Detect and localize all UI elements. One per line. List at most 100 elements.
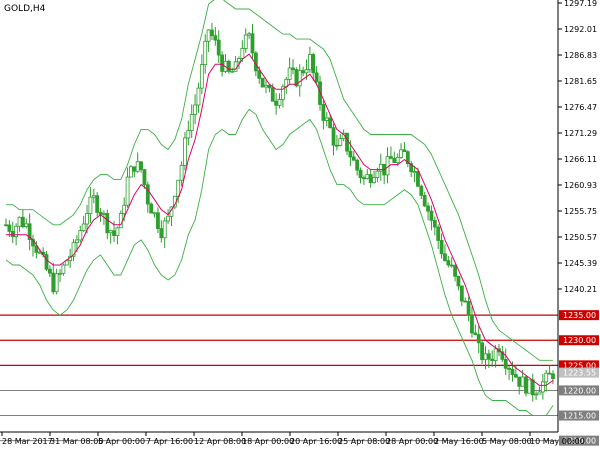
candle-body <box>233 61 238 72</box>
candle-body <box>544 372 549 383</box>
level-price-tag-label: 1215.00 <box>563 412 596 421</box>
x-tick-label: 31 Mar 08:00 <box>50 437 103 446</box>
candle-body <box>20 216 25 227</box>
candle-body <box>179 165 184 181</box>
candle-body <box>422 194 427 207</box>
candle-body <box>419 185 424 196</box>
candle-body <box>277 98 282 106</box>
candle-body <box>230 70 235 73</box>
candle-body <box>156 212 160 229</box>
x-tick-label: 25 Apr 08:00 <box>338 437 390 446</box>
candle-body <box>142 169 147 186</box>
level-price-tag-label: 1235.00 <box>563 311 596 320</box>
candle <box>524 374 528 397</box>
candle-body <box>507 367 512 370</box>
candle-body <box>10 231 15 237</box>
candle <box>527 379 532 394</box>
candle-body <box>287 67 292 80</box>
candle-body <box>304 69 309 74</box>
candle-body <box>260 77 265 88</box>
candle-body <box>95 195 100 213</box>
candle-body <box>375 170 380 178</box>
y-tick-label: 1250.57 <box>564 233 597 242</box>
candle-body <box>183 137 187 166</box>
y-tick-label: 1240.21 <box>564 285 597 294</box>
x-tick-label: 2 May 16:00 <box>434 437 484 446</box>
candle-body <box>540 381 545 393</box>
candle-body <box>490 358 495 362</box>
y-tick-label: 1281.65 <box>564 77 597 86</box>
x-tick-label: 7 Apr 16:00 <box>146 437 193 446</box>
candle-body <box>139 161 143 171</box>
candle-body <box>61 264 66 274</box>
candle <box>95 192 100 217</box>
candle-body <box>152 212 157 215</box>
candle-body <box>270 87 275 102</box>
candle-body <box>473 332 478 335</box>
candle-body <box>88 196 93 214</box>
candle-body <box>392 158 397 164</box>
candle-body <box>470 314 474 334</box>
candle-body <box>24 223 29 227</box>
candle-body <box>480 342 484 361</box>
candle-body <box>243 34 248 49</box>
candle-body <box>355 159 360 171</box>
candle-body <box>412 171 417 173</box>
candle-body <box>4 224 8 227</box>
x-tick-label: 12 Apr 08:00 <box>194 437 246 446</box>
candle-body <box>524 376 528 394</box>
candle-body <box>17 216 22 227</box>
candle-body <box>486 353 491 360</box>
candle-body <box>186 130 191 139</box>
candle-body <box>426 205 430 212</box>
candle-body <box>132 166 137 172</box>
candle-body <box>351 156 356 161</box>
candle <box>149 202 154 214</box>
candle-body <box>439 240 444 255</box>
candle-body <box>510 368 515 375</box>
candle-body <box>267 85 272 89</box>
candle-body <box>51 272 56 293</box>
candle-body <box>44 254 49 270</box>
candle-body <box>125 176 130 206</box>
candle-body <box>196 87 201 106</box>
x-tick-label: 10 May 00:00 <box>530 437 585 446</box>
candle-body <box>547 372 552 375</box>
candlestick-chart[interactable]: 1297.19 1292.01 1286.83 1281.65 1276.47 1271.… <box>0 0 600 450</box>
candle-body <box>324 117 329 121</box>
candle-body <box>432 220 437 228</box>
candle-body <box>47 268 52 274</box>
candle-body <box>466 301 471 316</box>
candle-body <box>85 213 89 225</box>
candle-body <box>64 260 69 266</box>
y-tick-label: 1286.83 <box>564 51 597 60</box>
candle-body <box>436 226 441 241</box>
candle-body <box>199 64 204 89</box>
candle-body <box>274 100 279 106</box>
candle-body <box>247 33 252 36</box>
candle-body <box>216 39 221 56</box>
candle <box>183 132 187 171</box>
candle-body <box>443 253 447 261</box>
candle-body <box>463 300 468 303</box>
candle-body <box>162 220 167 239</box>
candle-body <box>345 132 349 152</box>
candle-body <box>368 174 373 184</box>
y-tick-label: 1260.93 <box>564 181 597 190</box>
candle <box>129 164 133 178</box>
candle-body <box>291 67 295 70</box>
level-price-tag-label: 1230.00 <box>563 336 596 345</box>
y-tick-label: 1255.75 <box>564 207 597 216</box>
candle-body <box>98 211 103 215</box>
chart-window[interactable]: 1297.19 1292.01 1286.83 1281.65 1276.47 1271.… <box>0 0 600 450</box>
candle-body <box>189 113 194 131</box>
candle-body <box>331 127 336 146</box>
candle-body <box>264 85 268 88</box>
candle-body <box>362 177 366 180</box>
x-tick-label: 18 Apr 00:00 <box>242 437 294 446</box>
x-tick-label: 28 Mar 2017 <box>2 437 53 446</box>
candle <box>260 77 265 88</box>
candle-body <box>449 264 454 267</box>
candle-body <box>135 161 140 172</box>
candle-body <box>551 373 555 379</box>
